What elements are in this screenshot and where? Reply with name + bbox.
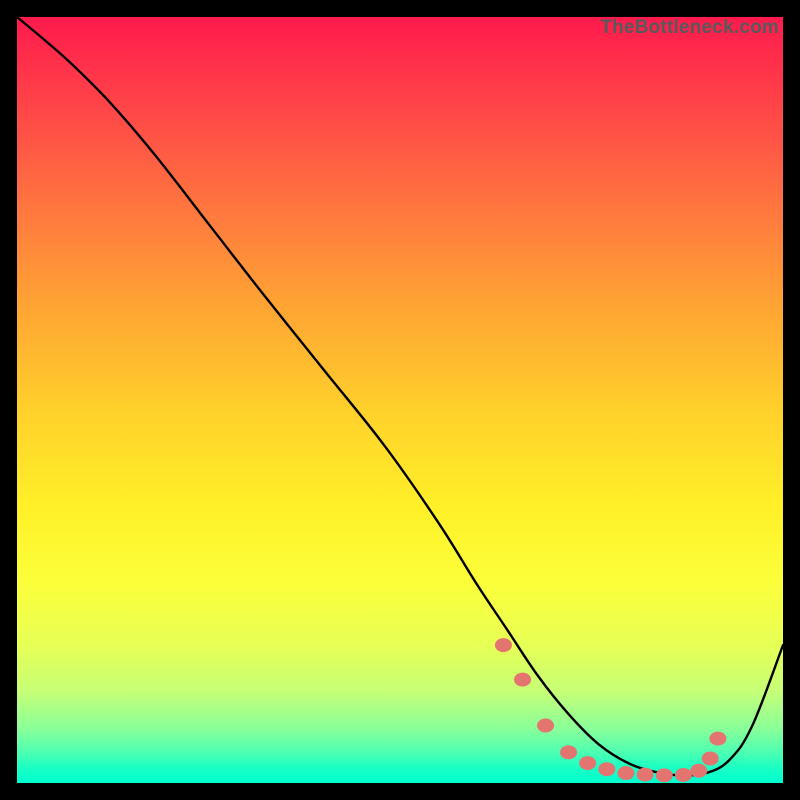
chart-svg: [17, 17, 783, 783]
curve-path: [17, 17, 783, 775]
highlight-dot: [579, 756, 596, 770]
highlight-dot: [560, 745, 577, 759]
highlight-dot: [702, 751, 719, 765]
highlight-dots-group: [495, 638, 726, 782]
plot-area: TheBottleneck.com: [17, 17, 783, 783]
highlight-dot: [656, 768, 673, 782]
chart-frame: TheBottleneck.com: [0, 0, 800, 800]
highlight-dot: [495, 638, 512, 652]
highlight-dot: [690, 764, 707, 778]
highlight-dot: [537, 719, 554, 733]
highlight-dot: [675, 768, 692, 782]
highlight-dot: [598, 762, 615, 776]
highlight-dot: [514, 673, 531, 687]
highlight-dot: [709, 732, 726, 746]
highlight-dot: [617, 766, 634, 780]
highlight-dot: [637, 768, 654, 782]
